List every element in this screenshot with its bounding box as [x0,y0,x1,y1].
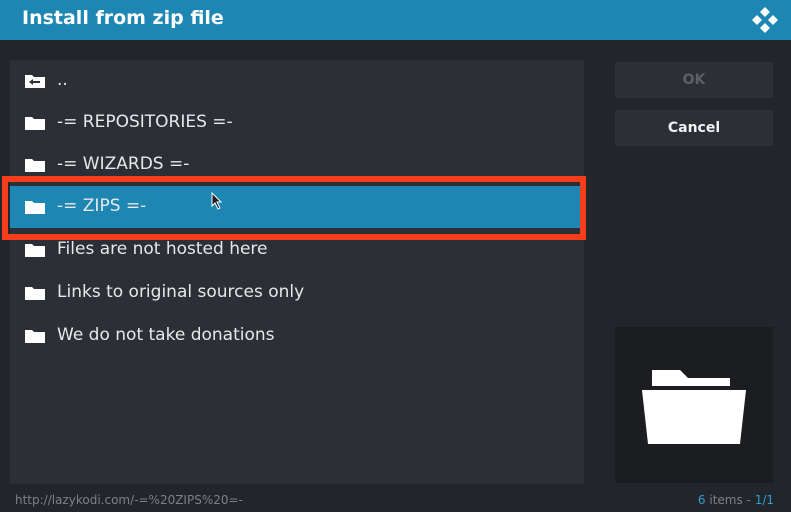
ok-button[interactable]: OK [615,62,773,98]
list-item-repositories[interactable]: -= REPOSITORIES =- [10,102,584,144]
folder-icon [25,117,45,130]
annotation-highlight-box [2,176,586,240]
kodi-logo-icon [752,7,778,33]
preview-panel [615,327,773,483]
large-folder-icon [642,370,746,444]
cancel-button[interactable]: Cancel [615,110,773,146]
folder-icon [25,287,45,300]
list-item-label: .. [57,70,68,90]
page-indicator: 1/1 [754,493,774,507]
list-item-label: -= REPOSITORIES =- [57,112,233,132]
item-count-number: 6 [697,493,706,507]
mouse-cursor-icon [211,192,223,210]
folder-icon [25,244,45,257]
list-item-label: Links to original sources only [57,282,305,302]
current-path: http://lazykodi.com/-=%20ZIPS%20=- [15,493,243,507]
parent-folder-icon [25,75,45,88]
list-item-label: Files are not hosted here [57,239,268,259]
list-item-original-sources[interactable]: Links to original sources only [10,272,584,314]
item-count-suffix: items - [705,493,755,507]
file-list: .. -= REPOSITORIES =- -= WIZARDS =- -= Z… [10,60,584,484]
title-bar: Install from zip file [0,0,791,40]
item-count: 6 items - 1/1 [698,493,774,507]
list-item-label: We do not take donations [57,325,275,345]
folder-icon [25,159,45,172]
folder-icon [25,330,45,343]
list-item-label: -= WIZARDS =- [57,154,190,174]
list-item-parent[interactable]: .. [10,60,584,102]
dialog-title: Install from zip file [22,7,224,29]
list-item-donations[interactable]: We do not take donations [10,315,584,357]
